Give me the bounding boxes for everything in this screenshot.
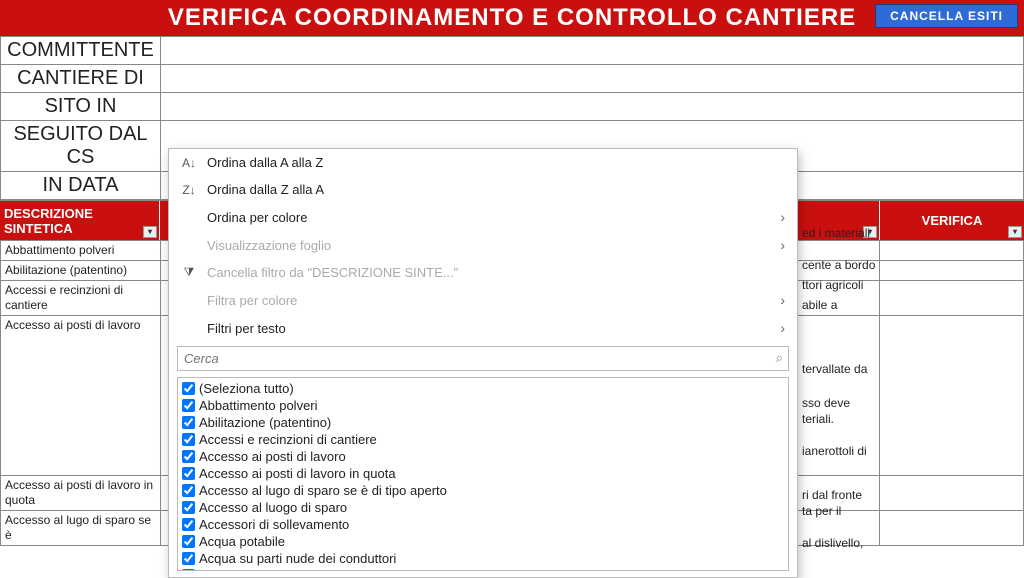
text-fragment: ianerottoli di — [802, 444, 878, 460]
filter-options-list[interactable]: (Seleziona tutto)Abbattimento polveriAbi… — [177, 377, 789, 571]
input-committente[interactable] — [161, 37, 1024, 65]
filter-option[interactable]: Accesso ai posti di lavoro — [182, 448, 784, 465]
text-fragment: ttori agricoli — [802, 278, 878, 294]
filter-by-color: Filtra per colore › — [169, 286, 797, 314]
sheet-view: Visualizzazione foglio › — [169, 231, 797, 259]
filter-menu: A↓ Ordina dalla A alla Z Z↓ Ordina dalla… — [168, 148, 798, 578]
filter-option[interactable]: Accesso ai posti di lavoro in quota — [182, 465, 784, 482]
filter-checkbox[interactable] — [182, 535, 195, 548]
chevron-right-icon: › — [780, 237, 785, 253]
filter-checkbox[interactable] — [182, 484, 195, 497]
input-cantiere[interactable] — [161, 65, 1024, 93]
label-data: IN DATA — [1, 172, 161, 200]
text-fragment: ta per il — [802, 504, 878, 520]
chevron-right-icon: › — [780, 320, 785, 336]
filter-checkbox[interactable] — [182, 501, 195, 514]
sort-az-icon: A↓ — [181, 156, 197, 170]
sort-az[interactable]: A↓ Ordina dalla A alla Z — [169, 149, 797, 176]
filter-option[interactable]: Abilitazione (patentino) — [182, 414, 784, 431]
label-committente: COMMITTENTE — [1, 37, 161, 65]
filter-option[interactable]: (Seleziona tutto) — [182, 380, 784, 397]
label-cantiere: CANTIERE DI — [1, 65, 161, 93]
sort-za[interactable]: Z↓ Ordina dalla Z alla A — [169, 176, 797, 203]
filter-option[interactable]: Accesso al luogo di sparo — [182, 499, 784, 516]
filter-option[interactable]: Abbattimento polveri — [182, 397, 784, 414]
text-filters[interactable]: Filtri per testo › — [169, 314, 797, 342]
text-fragment: al dislivello, — [802, 536, 878, 552]
col-header-descrizione: DESCRIZIONE SINTETICA ▾ — [0, 201, 160, 240]
filter-option[interactable]: Accesso al lugo di sparo se è di tipo ap… — [182, 482, 784, 499]
filter-checkbox[interactable] — [182, 416, 195, 429]
filter-toggle-verifica[interactable]: ▾ — [1008, 226, 1022, 238]
page-title: VERIFICA COORDINAMENTO E CONTROLLO CANTI… — [168, 4, 856, 31]
filter-option[interactable]: Acqua potabile — [182, 533, 784, 550]
sort-by-color[interactable]: Ordina per colore › — [169, 203, 797, 231]
col-header-verifica: VERIFICA ▾ — [880, 201, 1024, 240]
filter-toggle-descrizione[interactable]: ▾ — [143, 226, 157, 238]
filter-option[interactable]: Addestramento all'uso dei DPI — [182, 567, 784, 571]
text-fragment: sso deve — [802, 396, 878, 412]
cancel-results-button[interactable]: CANCELLA ESITI — [875, 4, 1018, 28]
filter-checkbox[interactable] — [182, 467, 195, 480]
text-fragment: abile a — [802, 298, 878, 314]
page-title-bar: VERIFICA COORDINAMENTO E CONTROLLO CANTI… — [0, 0, 1024, 36]
chevron-right-icon: › — [780, 209, 785, 225]
filter-option[interactable]: Acqua su parti nude dei conduttori — [182, 550, 784, 567]
sort-za-icon: Z↓ — [181, 183, 197, 197]
text-fragment: teriali. — [802, 412, 878, 428]
text-fragment: ed i materiali — [802, 226, 878, 242]
filter-checkbox[interactable] — [182, 569, 195, 571]
label-sito: SITO IN — [1, 93, 161, 121]
filter-checkbox[interactable] — [182, 399, 195, 412]
filter-checkbox[interactable] — [182, 382, 195, 395]
filter-option[interactable]: Accessori di sollevamento — [182, 516, 784, 533]
input-sito[interactable] — [161, 93, 1024, 121]
text-fragment: ri dal fronte — [802, 488, 878, 504]
search-icon: ⌕ — [776, 350, 783, 366]
text-fragment: tervallate da — [802, 362, 878, 378]
filter-checkbox[interactable] — [182, 518, 195, 531]
filter-checkbox[interactable] — [182, 552, 195, 565]
label-seguito: SEGUITO DAL CS — [1, 121, 161, 172]
filter-option[interactable]: Accessi e recinzioni di cantiere — [182, 431, 784, 448]
text-fragment: cente a bordo — [802, 258, 878, 274]
filter-search-input[interactable] — [177, 346, 789, 371]
funnel-clear-icon: ⧩ — [181, 265, 197, 280]
chevron-right-icon: › — [780, 292, 785, 308]
filter-checkbox[interactable] — [182, 450, 195, 463]
filter-checkbox[interactable] — [182, 433, 195, 446]
clear-filter: ⧩ Cancella filtro da "DESCRIZIONE SINTE.… — [169, 259, 797, 286]
